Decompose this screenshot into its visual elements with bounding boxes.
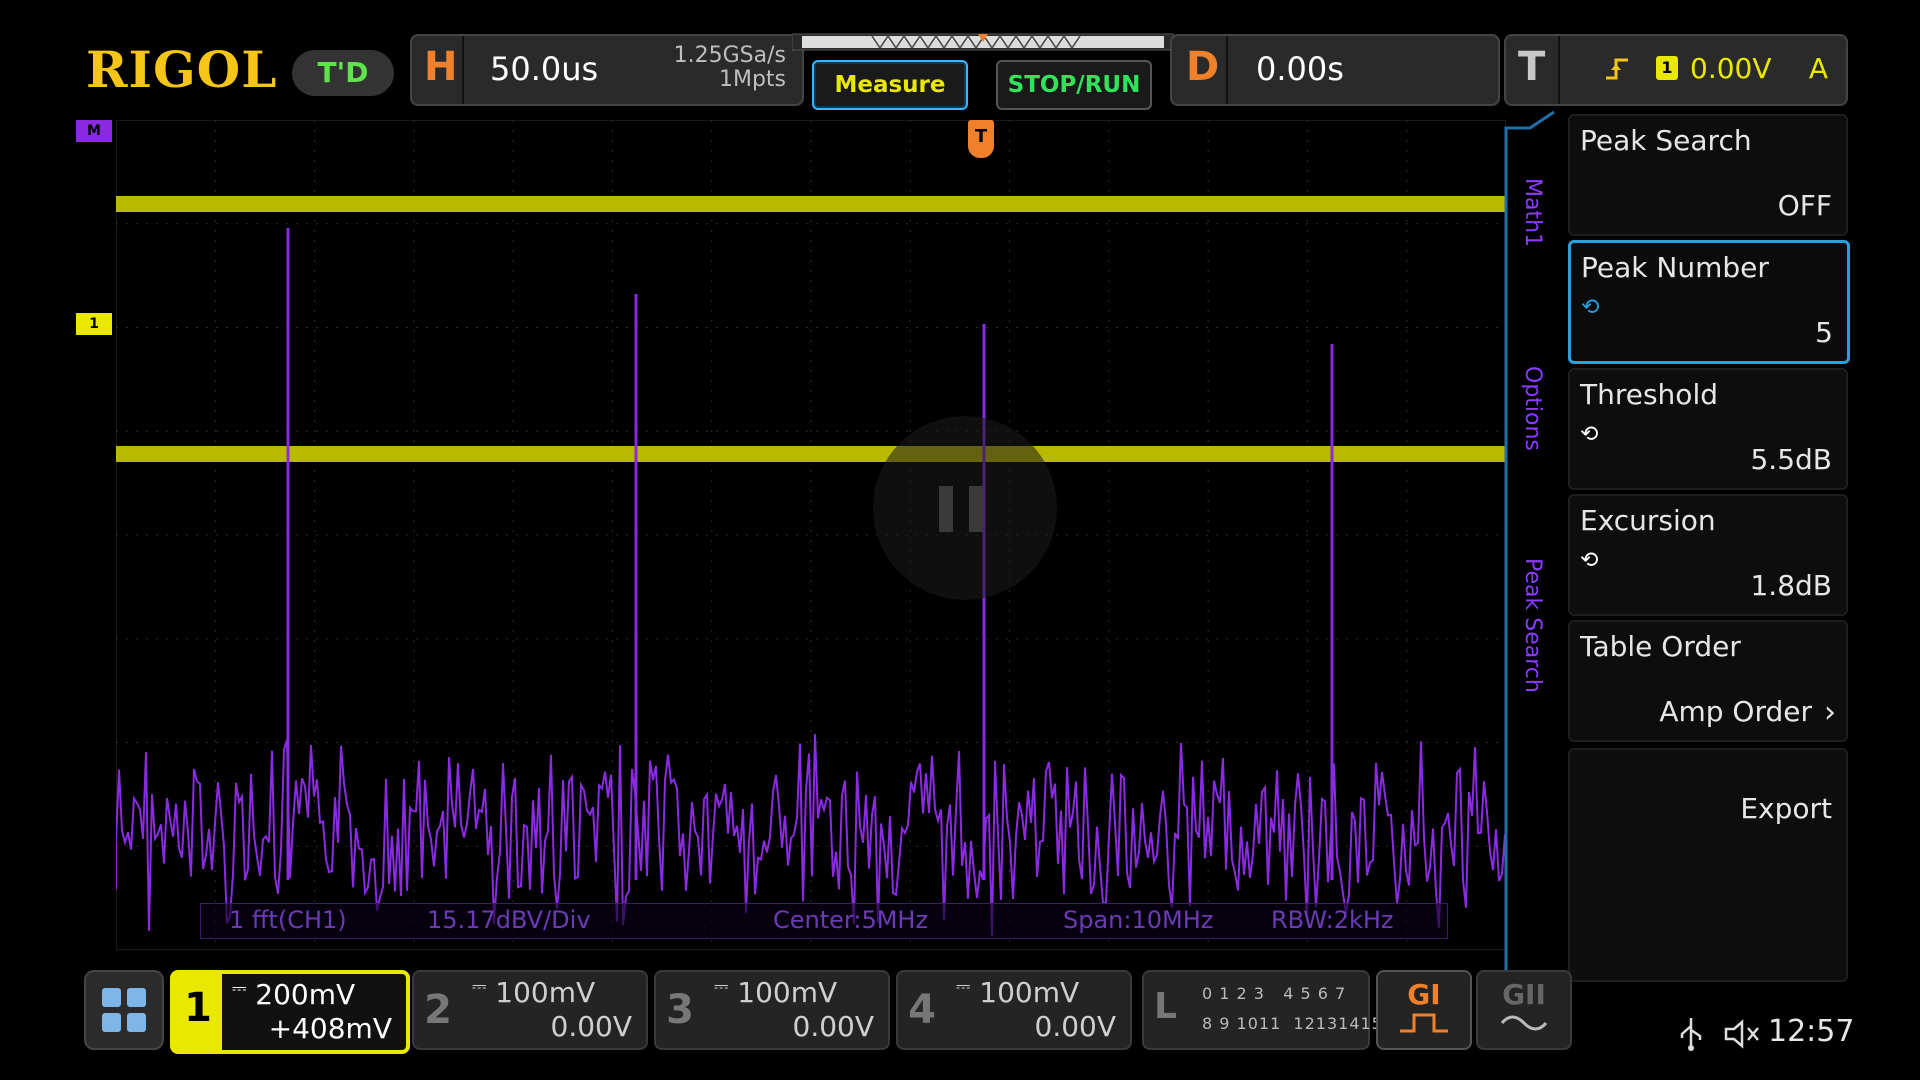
knob-icon: ⟲ xyxy=(1580,548,1599,573)
menu-peak-number[interactable]: Peak Number ⟲ 5 xyxy=(1568,240,1850,364)
stop-run-button[interactable]: STOP/RUN xyxy=(996,60,1152,110)
divider xyxy=(462,36,464,104)
channel-scale: ⎓ 100mV xyxy=(472,976,596,1009)
channel-offset: 0.00V xyxy=(1034,1010,1117,1043)
channel-offset: 0.00V xyxy=(792,1010,875,1043)
generator-2-label: GII xyxy=(1502,978,1546,1011)
usb-icon xyxy=(1680,1018,1702,1051)
sine-wave-icon xyxy=(1500,1015,1548,1031)
logic-analyzer-box[interactable]: L 0 1 2 3 4 5 6 7 8 9 1011 12131415 xyxy=(1142,970,1382,1050)
fft-center: Center:5MHz xyxy=(773,906,929,934)
knob-icon: ⟲ xyxy=(1580,422,1599,447)
channel-scale: ⎓ 100mV xyxy=(956,976,1080,1009)
logic-bits-row2: 8 9 1011 12131415 xyxy=(1202,1014,1383,1033)
memory-position-strip xyxy=(792,33,1174,51)
delay-panel[interactable]: D 0.00s xyxy=(1170,34,1500,106)
rising-edge-icon xyxy=(1606,58,1628,80)
square-wave-icon xyxy=(1400,1013,1448,1033)
generator-2-box[interactable]: GII xyxy=(1476,970,1572,1050)
channel-scale: ⎓ 200mV xyxy=(232,978,356,1011)
tab-math1[interactable]: Math1 xyxy=(1520,178,1545,247)
generator-1-label: GI xyxy=(1407,978,1441,1011)
fft-info-bar: 1 fft(CH1) 15.17dBV/Div Center:5MHz Span… xyxy=(200,903,1448,939)
channel-2-box[interactable]: 2 ⎓ 100mV 0.00V xyxy=(412,970,648,1050)
sample-rate: 1.25GSa/s xyxy=(673,43,786,68)
waveform-grid[interactable] xyxy=(116,120,1506,950)
menu-threshold[interactable]: Threshold ⟲ 5.5dB xyxy=(1568,368,1848,490)
speaker-muted-icon[interactable] xyxy=(1722,1018,1764,1050)
menu-item-value: 5 xyxy=(1815,316,1833,349)
delay-value: 0.00s xyxy=(1256,50,1344,88)
trigger-source-badge: 1 xyxy=(1656,56,1678,80)
generator-1-box[interactable]: GI xyxy=(1376,970,1472,1050)
tab-peak-search[interactable]: Peak Search xyxy=(1520,558,1545,693)
channel-1-box[interactable]: 1 ⎓ 200mV +408mV xyxy=(170,970,410,1054)
menu-table-order[interactable]: Table Order Amp Order › xyxy=(1568,620,1848,742)
home-button[interactable] xyxy=(84,970,164,1050)
trigger-level: 0.00V xyxy=(1690,52,1772,85)
menu-peak-search[interactable]: Peak Search OFF xyxy=(1568,114,1848,236)
ch1-offset-marker[interactable]: 1 xyxy=(76,313,112,335)
trigger-panel[interactable]: T 1 0.00V A xyxy=(1504,34,1848,106)
channel-number: 2 xyxy=(424,987,452,1033)
trigger-letter: T xyxy=(1518,44,1546,90)
chevron-right-icon: › xyxy=(1824,695,1836,730)
math-channel-marker[interactable]: M xyxy=(76,120,112,142)
dc-coupling-icon: ⎓ xyxy=(472,976,487,997)
pause-icon xyxy=(939,486,953,532)
knob-icon: ⟲ xyxy=(1581,295,1600,320)
channel-offset: 0.00V xyxy=(550,1010,633,1043)
triggered-status-badge: T'D xyxy=(292,50,394,96)
timebase-value: 50.0us xyxy=(490,50,599,88)
pause-overlay xyxy=(873,416,1057,600)
sample-rate-display: 1.25GSa/s 1Mpts xyxy=(674,44,786,92)
logic-bits-row1: 0 1 2 3 4 5 6 7 xyxy=(1202,984,1347,1003)
horizontal-letter: H xyxy=(424,44,458,90)
pause-icon-bar xyxy=(969,486,983,532)
menu-item-value: OFF xyxy=(1777,189,1832,222)
measure-button[interactable]: Measure xyxy=(812,60,968,110)
menu-item-title: Table Order xyxy=(1580,630,1741,663)
ch1-trace-upper xyxy=(116,196,1506,212)
divider xyxy=(1226,36,1228,104)
memory-depth: 1Mpts xyxy=(718,67,786,92)
menu-item-title: Peak Number xyxy=(1581,251,1769,284)
channel-number: 4 xyxy=(908,987,936,1033)
delay-letter: D xyxy=(1186,44,1220,90)
menu-item-title: Export xyxy=(1740,792,1832,825)
dc-coupling-icon: ⎓ xyxy=(714,976,729,997)
menu-item-value: Amp Order xyxy=(1659,695,1812,728)
logic-letter: L xyxy=(1154,986,1177,1027)
menu-item-title: Peak Search xyxy=(1580,124,1752,157)
channel-number: 1 xyxy=(174,974,222,1050)
channel-scale: ⎓ 100mV xyxy=(714,976,838,1009)
dc-coupling-icon: ⎓ xyxy=(232,978,247,999)
menu-item-title: Threshold xyxy=(1580,378,1718,411)
horizontal-panel[interactable]: H 50.0us 1.25GSa/s 1Mpts xyxy=(410,34,804,106)
divider xyxy=(1558,36,1560,104)
fft-span: Span:10MHz xyxy=(1063,906,1214,934)
grid-apps-icon xyxy=(102,988,146,1032)
menu-excursion[interactable]: Excursion ⟲ 1.8dB xyxy=(1568,494,1848,616)
menu-item-value: 1.8dB xyxy=(1750,569,1832,602)
menu-export[interactable]: Export xyxy=(1568,748,1848,982)
channel-3-box[interactable]: 3 ⎓ 100mV 0.00V xyxy=(654,970,890,1050)
menu-item-value: 5.5dB xyxy=(1750,443,1832,476)
channel-number: 3 xyxy=(666,987,694,1033)
fft-rbw: RBW:2kHz xyxy=(1271,906,1394,934)
clock: 12:57 xyxy=(1768,1014,1855,1049)
fft-source: 1 fft(CH1) xyxy=(229,906,347,934)
dc-coupling-icon: ⎓ xyxy=(956,976,971,997)
menu-item-title: Excursion xyxy=(1580,504,1716,537)
trigger-position-marker[interactable]: T xyxy=(968,120,994,158)
trigger-mode: A xyxy=(1808,52,1828,85)
channel-offset: +408mV xyxy=(268,1012,392,1045)
channel-4-box[interactable]: 4 ⎓ 100mV 0.00V xyxy=(896,970,1132,1050)
ch1-trace-lower xyxy=(116,446,1506,462)
tab-options[interactable]: Options xyxy=(1520,366,1545,451)
rigol-logo: RIGOL xyxy=(86,40,278,99)
fft-scale: 15.17dBV/Div xyxy=(427,906,591,934)
